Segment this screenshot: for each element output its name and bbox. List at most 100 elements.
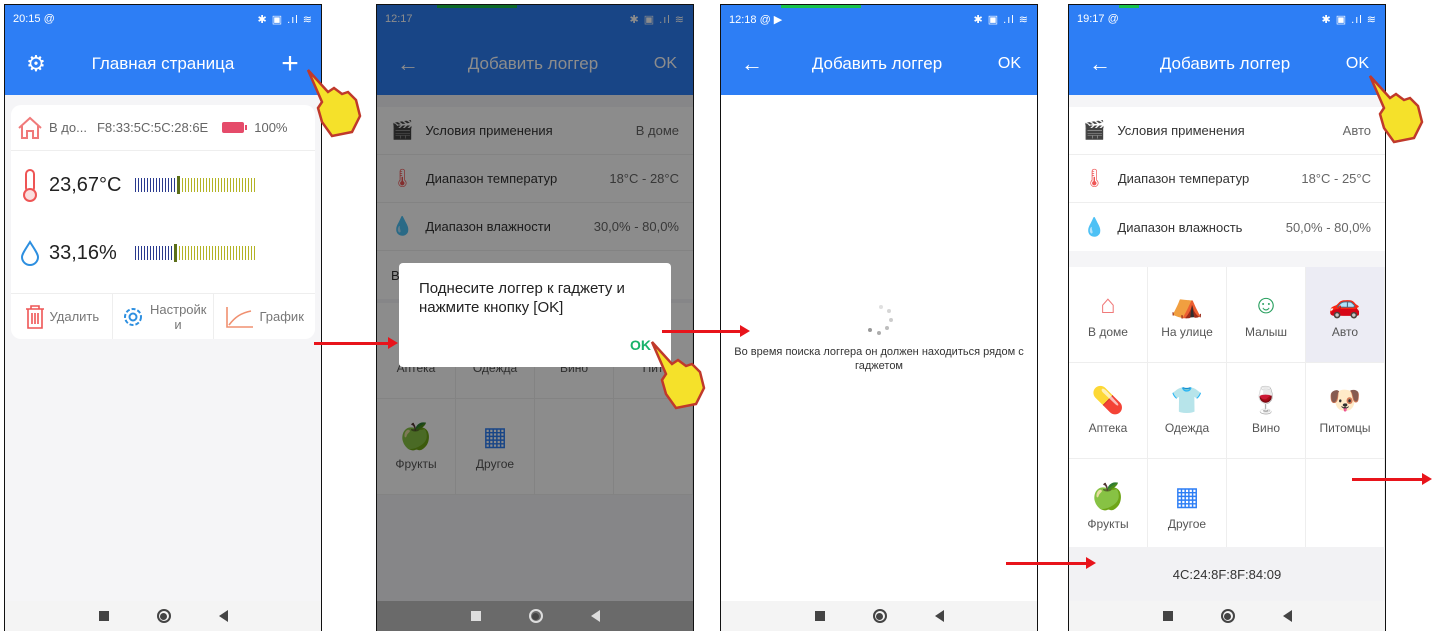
status-progress: [781, 5, 861, 8]
pointing-hand-icon: [650, 341, 706, 410]
category-grid: ⌂ В доме ⛺ На улице ☺ Малыш 🚗 Авто 💊 Аптека 👕…: [1069, 267, 1385, 555]
recents-button[interactable]: [98, 611, 109, 621]
gear-icon[interactable]: ⚙: [21, 51, 51, 77]
scale-tick: [171, 178, 172, 192]
scale-tick: [233, 246, 234, 260]
app-bar: ← Добавить логгер OK: [1069, 33, 1385, 95]
back-button[interactable]: [934, 610, 944, 622]
category-auto[interactable]: 🚗 Авто: [1306, 267, 1385, 363]
scale-tick: [212, 246, 213, 260]
device-mac: F8:33:5C:5C:28:6E: [96, 120, 209, 135]
category-clothes[interactable]: 👕 Одежда: [1148, 363, 1227, 459]
back-button[interactable]: [218, 610, 228, 622]
system-nav-bar: [5, 601, 321, 631]
scale-tick: [239, 246, 240, 260]
back-arrow-icon[interactable]: ←: [1085, 51, 1115, 77]
scale-tick: [174, 244, 177, 262]
scale-tick: [248, 246, 249, 260]
ok-button[interactable]: OK: [987, 55, 1021, 73]
scale-tick: [206, 178, 207, 192]
category-home[interactable]: ⌂ В доме: [1069, 267, 1148, 363]
scale-tick: [194, 246, 195, 260]
status-bar: 20:15 @ ✱ ▣ .ıl ≋: [5, 5, 321, 33]
back-button[interactable]: [590, 610, 600, 622]
scale-tick: [185, 246, 186, 260]
app-bar: ← Добавить логгер OK: [721, 33, 1037, 95]
scale-tick: [230, 178, 231, 192]
temperature-value: 23,67°C: [49, 173, 122, 196]
scale-tick: [212, 178, 213, 192]
category-label: Авто: [1331, 324, 1359, 339]
thermometer-icon: 🌡: [1083, 168, 1106, 188]
graph-button[interactable]: График: [214, 294, 315, 339]
scale-tick: [177, 176, 180, 194]
loading-spinner-icon: [861, 305, 901, 345]
scale-tick: [135, 178, 136, 192]
graph-label: График: [259, 309, 304, 324]
page-title: Добавить логгер: [1159, 54, 1291, 73]
scale-tick: [153, 178, 154, 192]
recents-button[interactable]: [1162, 611, 1173, 621]
phone-screen-main: 20:15 @ ✱ ▣ .ıl ≋ ⚙ Главная страница + В…: [4, 4, 322, 631]
category-label: Питомцы: [1319, 420, 1371, 435]
bring-logger-dialog: Поднесите логгер к гаджету и нажмите кно…: [399, 263, 671, 367]
category-pets[interactable]: 🐶 Питомцы: [1306, 363, 1385, 459]
baby-icon: ☺: [1252, 288, 1280, 319]
scale-tick: [251, 178, 252, 192]
scale-tick: [162, 246, 163, 260]
scale-tick: [215, 246, 216, 260]
scale-tick: [165, 246, 166, 260]
back-arrow-icon[interactable]: ←: [737, 51, 767, 77]
page-title: Добавить логгер: [811, 54, 943, 73]
back-button[interactable]: [1282, 610, 1292, 622]
logger-mac: 4C:24:8F:8F:84:09: [1069, 547, 1385, 601]
scale-tick: [203, 178, 204, 192]
flow-arrow: [1352, 473, 1432, 485]
cog-icon: [124, 307, 142, 326]
category-fruits[interactable]: 🍏 Фрукты: [1069, 459, 1148, 555]
scale-tick: [188, 246, 189, 260]
temperature-row: 23,67°C: [11, 151, 315, 219]
scale-tick: [165, 178, 166, 192]
list-row-temperature[interactable]: 🌡 Диапазон температур 18°C - 25°C: [1069, 155, 1385, 203]
device-card[interactable]: В до... F8:33:5C:5C:28:6E 100% 23,67°C 3…: [11, 105, 315, 339]
system-nav-bar: [1069, 601, 1385, 631]
category-baby[interactable]: ☺ Малыш: [1227, 267, 1306, 363]
home-button[interactable]: [1220, 609, 1235, 623]
device-name: В до...: [49, 120, 87, 135]
home-button[interactable]: [872, 609, 887, 623]
phone-screen-dialog: 12:17 ✱ ▣ .ıl ≋ ← Добавить логгер OK 🎬 У…: [376, 4, 694, 631]
category-outdoor[interactable]: ⛺ На улице: [1148, 267, 1227, 363]
scale-tick: [156, 178, 157, 192]
scale-tick: [242, 246, 243, 260]
scale-tick: [144, 246, 145, 260]
ok-button[interactable]: OK: [1335, 55, 1369, 73]
recents-button[interactable]: [814, 611, 825, 621]
scale-tick: [224, 246, 225, 260]
category-other[interactable]: ▦ Другое: [1148, 459, 1227, 555]
category-pharmacy[interactable]: 💊 Аптека: [1069, 363, 1148, 459]
system-nav-bar: [377, 601, 693, 631]
scale-tick: [239, 178, 240, 192]
scale-tick: [254, 246, 255, 260]
recents-button[interactable]: [470, 611, 481, 621]
delete-button[interactable]: Удалить: [11, 294, 113, 339]
scale-tick: [138, 246, 139, 260]
scale-tick: [159, 178, 160, 192]
home-button[interactable]: [156, 609, 171, 623]
list-row-humidity[interactable]: 💧 Диапазон влажность 50,0% - 80,0%: [1069, 203, 1385, 251]
flow-arrow: [1006, 557, 1096, 569]
list-row-conditions[interactable]: 🎬 Условия применения Авто: [1069, 107, 1385, 155]
humidity-value: 33,16%: [49, 241, 117, 264]
add-icon[interactable]: +: [275, 47, 305, 81]
home-button[interactable]: [528, 609, 543, 623]
device-settings-button[interactable]: Настройк и: [113, 294, 215, 339]
scale-tick: [150, 178, 151, 192]
scale-tick: [168, 178, 169, 192]
category-wine[interactable]: 🍷 Вино: [1227, 363, 1306, 459]
scale-tick: [168, 246, 169, 260]
status-bar: 19:17 @ ✱ ▣ .ıl ≋: [1069, 5, 1385, 33]
scale-tick: [191, 246, 192, 260]
scale-tick: [179, 246, 180, 260]
scale-tick: [185, 178, 186, 192]
